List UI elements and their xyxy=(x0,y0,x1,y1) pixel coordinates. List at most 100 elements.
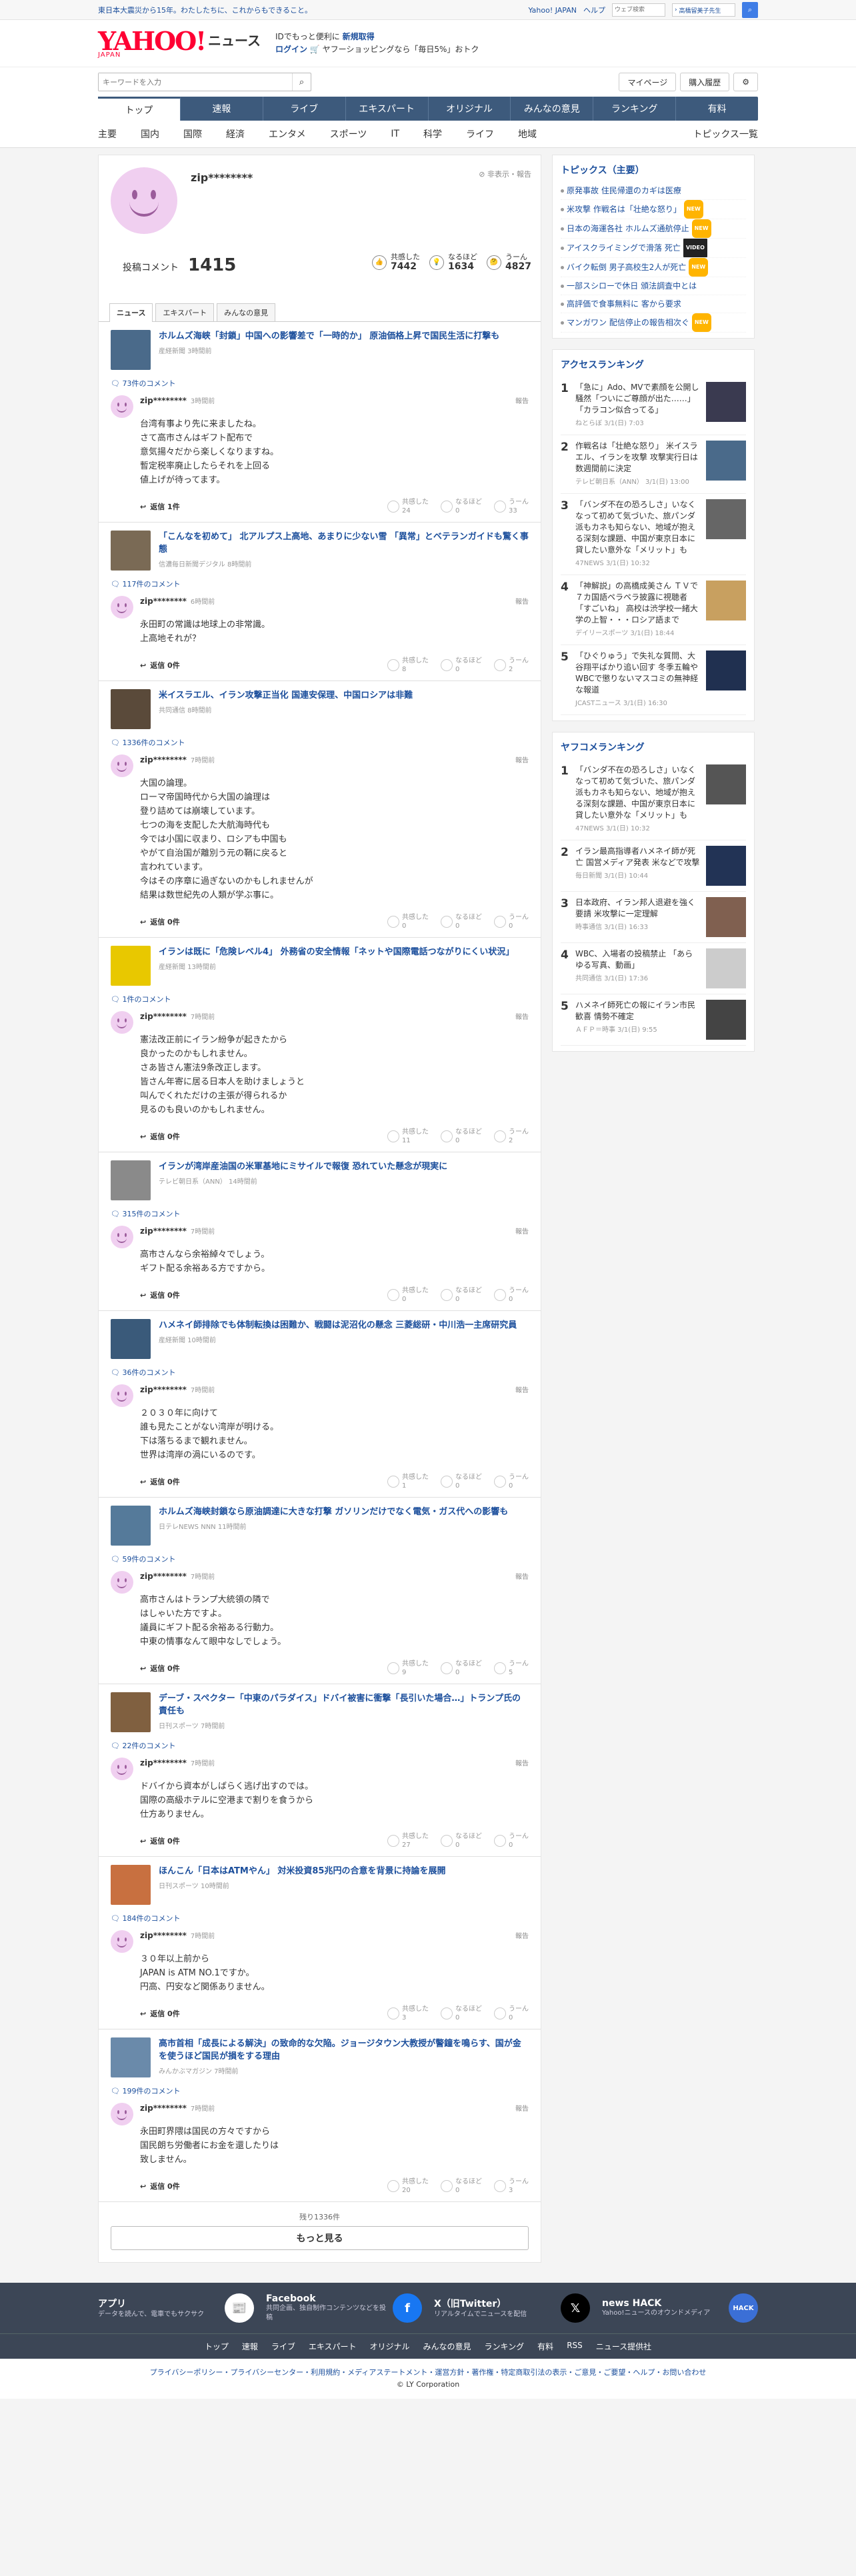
nav-opinion[interactable]: みんなの意見 xyxy=(511,97,594,121)
footer-link[interactable]: トップ xyxy=(205,2341,229,2352)
article-thumbnail[interactable] xyxy=(111,1692,151,1732)
footer-app-3[interactable]: news HACK Yahoo!ニュースのオウンドメディア HACK xyxy=(602,2293,758,2323)
reply-button[interactable]: ↩ 返信 0件 xyxy=(140,1663,180,1674)
naruhodo-button[interactable]: なるほど 0 xyxy=(441,656,482,674)
search-button[interactable]: ⌕ xyxy=(292,73,311,91)
ranking-item[interactable]: 3 「バンダ不在の恐ろしさ」いなくなって初めて気づいた、旅パンダ派もカネも知らない… xyxy=(561,494,746,575)
reply-button[interactable]: ↩ 返信 0件 xyxy=(140,660,180,670)
ranking-item[interactable]: 2 イラン最高指導者ハメネイ師が死亡 国営メディア発表 米などで攻撃 毎日新聞 3/… xyxy=(561,840,746,892)
commenter-avatar[interactable] xyxy=(111,395,133,418)
policy-links[interactable]: プライバシーポリシー・プライバシーセンター・利用規約・メディアステートメント・運… xyxy=(0,2367,856,2379)
topic-item[interactable]: バイク転倒 男子高校生2人が死亡 NEW xyxy=(561,258,746,277)
uun-button[interactable]: うーん 0 xyxy=(494,1286,529,1304)
web-search-input[interactable] xyxy=(612,3,665,17)
article-title[interactable]: 高市首相「成長による解決」の致命的な欠陥。ジョージタウン大教授が警鐘を鳴らす、国… xyxy=(159,2037,529,2063)
empathy-button[interactable]: 共感した 1 xyxy=(387,1473,429,1490)
report-link[interactable]: 報告 xyxy=(515,1930,529,1940)
hide-report-link[interactable]: ⊘ 非表示・報告 xyxy=(479,169,531,179)
topic-item[interactable]: アイスクライミングで滑落 死亡 VIDEO xyxy=(561,239,746,258)
article-link[interactable]: ホルムズ海峡封鎖なら原油調達に大きな打撃 ガソリンだけでなく電気・ガス代への影響… xyxy=(111,1506,529,1546)
ranking-item[interactable]: 4 「神解説」の高橋成美さん ＴＶで７カ国語ペラペラ披露に視聴者「すごいね」 高校… xyxy=(561,575,746,645)
reply-button[interactable]: ↩ 返信 0件 xyxy=(140,1836,180,1846)
naruhodo-button[interactable]: なるほど 0 xyxy=(441,1286,482,1304)
empathy-button[interactable]: 共感した 8 xyxy=(387,656,429,674)
commenter-avatar[interactable] xyxy=(111,596,133,619)
commenter-avatar[interactable] xyxy=(111,1930,133,1953)
commenter-name[interactable]: zip******** 7時間前 xyxy=(140,754,529,764)
empathy-button[interactable]: 共感した 20 xyxy=(387,2177,429,2195)
yahoo-japan-link[interactable]: Yahoo! JAPAN xyxy=(528,6,577,15)
category-world[interactable]: 国際 xyxy=(183,127,202,141)
category-domestic[interactable]: 国内 xyxy=(141,127,159,141)
category-science[interactable]: 科学 xyxy=(423,127,442,141)
report-link[interactable]: 報告 xyxy=(515,1384,529,1394)
commenter-name[interactable]: zip******** 3時間前 xyxy=(140,395,529,405)
comment-count-link[interactable]: 🗨 117件のコメント xyxy=(111,579,529,589)
comment-count-link[interactable]: 🗨 1336件のコメント xyxy=(111,737,529,748)
nav-breaking[interactable]: 速報 xyxy=(181,97,263,121)
commenter-name[interactable]: zip******** 6時間前 xyxy=(140,596,529,606)
article-link[interactable]: デーブ・スペクター「中東のパラダイス」ドバイ被害に衝撃「長引いた場合…」トランプ… xyxy=(111,1692,529,1732)
nav-expert[interactable]: エキスパート xyxy=(346,97,429,121)
commenter-name[interactable]: zip******** 7時間前 xyxy=(140,1930,529,1940)
tab-opinion[interactable]: みんなの意見 xyxy=(217,303,276,321)
naruhodo-button[interactable]: なるほど 0 xyxy=(441,2005,482,2022)
reply-button[interactable]: ↩ 返信 0件 xyxy=(140,1131,180,1142)
article-title[interactable]: 米イスラエル、イラン攻撃正当化 国連安保理、中国ロシアは非難 xyxy=(159,689,413,702)
category-sports[interactable]: スポーツ xyxy=(330,127,367,141)
footer-link[interactable]: ランキング xyxy=(485,2341,525,2352)
ranking-item[interactable]: 2 作戦名は「壮絶な怒り」 米イスラエル、イランを攻撃 攻撃実行日は数週間前に決定… xyxy=(561,435,746,494)
commenter-name[interactable]: zip******** 7時間前 xyxy=(140,1571,529,1581)
ranking-item[interactable]: 5 「ひぐりゅう」で失礼な質問、大谷翔平ばかり追い回す 冬季五輪やWBCで懲りない… xyxy=(561,645,746,715)
reply-button[interactable]: ↩ 返信 0件 xyxy=(140,1476,180,1487)
nav-live[interactable]: ライブ xyxy=(263,97,346,121)
empathy-button[interactable]: 共感した 9 xyxy=(387,1660,429,1677)
footer-link[interactable]: エキスパート xyxy=(309,2341,357,2352)
article-link[interactable]: ホルムズ海峡「封鎖」中国への影響差で「一時的か」 原油価格上昇で国民生活に打撃も… xyxy=(111,330,529,370)
tab-expert[interactable]: エキスパート xyxy=(155,303,215,321)
category-it[interactable]: IT xyxy=(391,129,399,139)
commenter-name[interactable]: zip******** 7時間前 xyxy=(140,1011,529,1021)
nav-paid[interactable]: 有料 xyxy=(676,97,758,121)
empathy-button[interactable]: 共感した 0 xyxy=(387,1286,429,1304)
register-link[interactable]: 新規取得 xyxy=(343,32,375,41)
footer-link[interactable]: ニュース提供社 xyxy=(596,2341,651,2352)
article-link[interactable]: 高市首相「成長による解決」の致命的な欠陥。ジョージタウン大教授が警鐘を鳴らす、国… xyxy=(111,2037,529,2077)
comment-count-link[interactable]: 🗨 59件のコメント xyxy=(111,1554,529,1564)
commenter-name[interactable]: zip******** 7時間前 xyxy=(140,1384,529,1394)
empathy-button[interactable]: 共感した 27 xyxy=(387,1832,429,1850)
ranking-item[interactable]: 4 WBC、入場者の投稿禁止 「あらゆる写真、動画」 共同通信 3/1(日) 17:… xyxy=(561,943,746,994)
article-thumbnail[interactable] xyxy=(111,946,151,986)
uun-button[interactable]: うーん 2 xyxy=(494,1128,529,1145)
topic-item[interactable]: 高評価で食事無料に 客から要求 xyxy=(561,295,746,313)
topics-list-link[interactable]: トピックス一覧 xyxy=(693,127,758,141)
commenter-avatar[interactable] xyxy=(111,1758,133,1780)
report-link[interactable]: 報告 xyxy=(515,1758,529,1768)
footer-link[interactable]: みんなの意見 xyxy=(423,2341,471,2352)
reply-button[interactable]: ↩ 返信 0件 xyxy=(140,2008,180,2019)
report-link[interactable]: 報告 xyxy=(515,1571,529,1581)
article-thumbnail[interactable] xyxy=(111,330,151,370)
article-thumbnail[interactable] xyxy=(111,2037,151,2077)
category-entertainment[interactable]: エンタメ xyxy=(269,127,306,141)
commenter-name[interactable]: zip******** 7時間前 xyxy=(140,1758,529,1768)
commenter-name[interactable]: zip******** 7時間前 xyxy=(140,2103,529,2113)
naruhodo-button[interactable]: なるほど 0 xyxy=(441,1832,482,1850)
uun-button[interactable]: うーん 0 xyxy=(494,1832,529,1850)
category-main[interactable]: 主要 xyxy=(98,127,117,141)
report-link[interactable]: 報告 xyxy=(515,596,529,606)
article-link[interactable]: 米イスラエル、イラン攻撃正当化 国連安保理、中国ロシアは非難 共同通信 8時間前 xyxy=(111,689,529,729)
topic-item[interactable]: 一部スシローで休日 頒法調査中とは xyxy=(561,277,746,295)
article-title[interactable]: イランが湾岸産油国の米軍基地にミサイルで報復 恐れていた懸念が現実に xyxy=(159,1160,447,1173)
uun-button[interactable]: うーん 5 xyxy=(494,1660,529,1677)
reply-button[interactable]: ↩ 返信 0件 xyxy=(140,1290,180,1300)
comment-count-link[interactable]: 🗨 184件のコメント xyxy=(111,1913,529,1924)
news-search-input[interactable] xyxy=(99,73,292,91)
footer-app-0[interactable]: アプリ データを読んで、電車でもサクサク 📰 xyxy=(98,2293,254,2323)
report-link[interactable]: 報告 xyxy=(515,1011,529,1021)
category-business[interactable]: 経済 xyxy=(226,127,245,141)
uun-button[interactable]: うーん 33 xyxy=(494,498,529,515)
article-title[interactable]: 「こんなを初めて」 北アルプス上高地、あまりに少ない雪 「異常」とベテランガイド… xyxy=(159,531,529,556)
topic-item[interactable]: 米攻撃 作戦名は「壮絶な怒り」 NEW xyxy=(561,200,746,219)
commenter-avatar[interactable] xyxy=(111,1384,133,1407)
